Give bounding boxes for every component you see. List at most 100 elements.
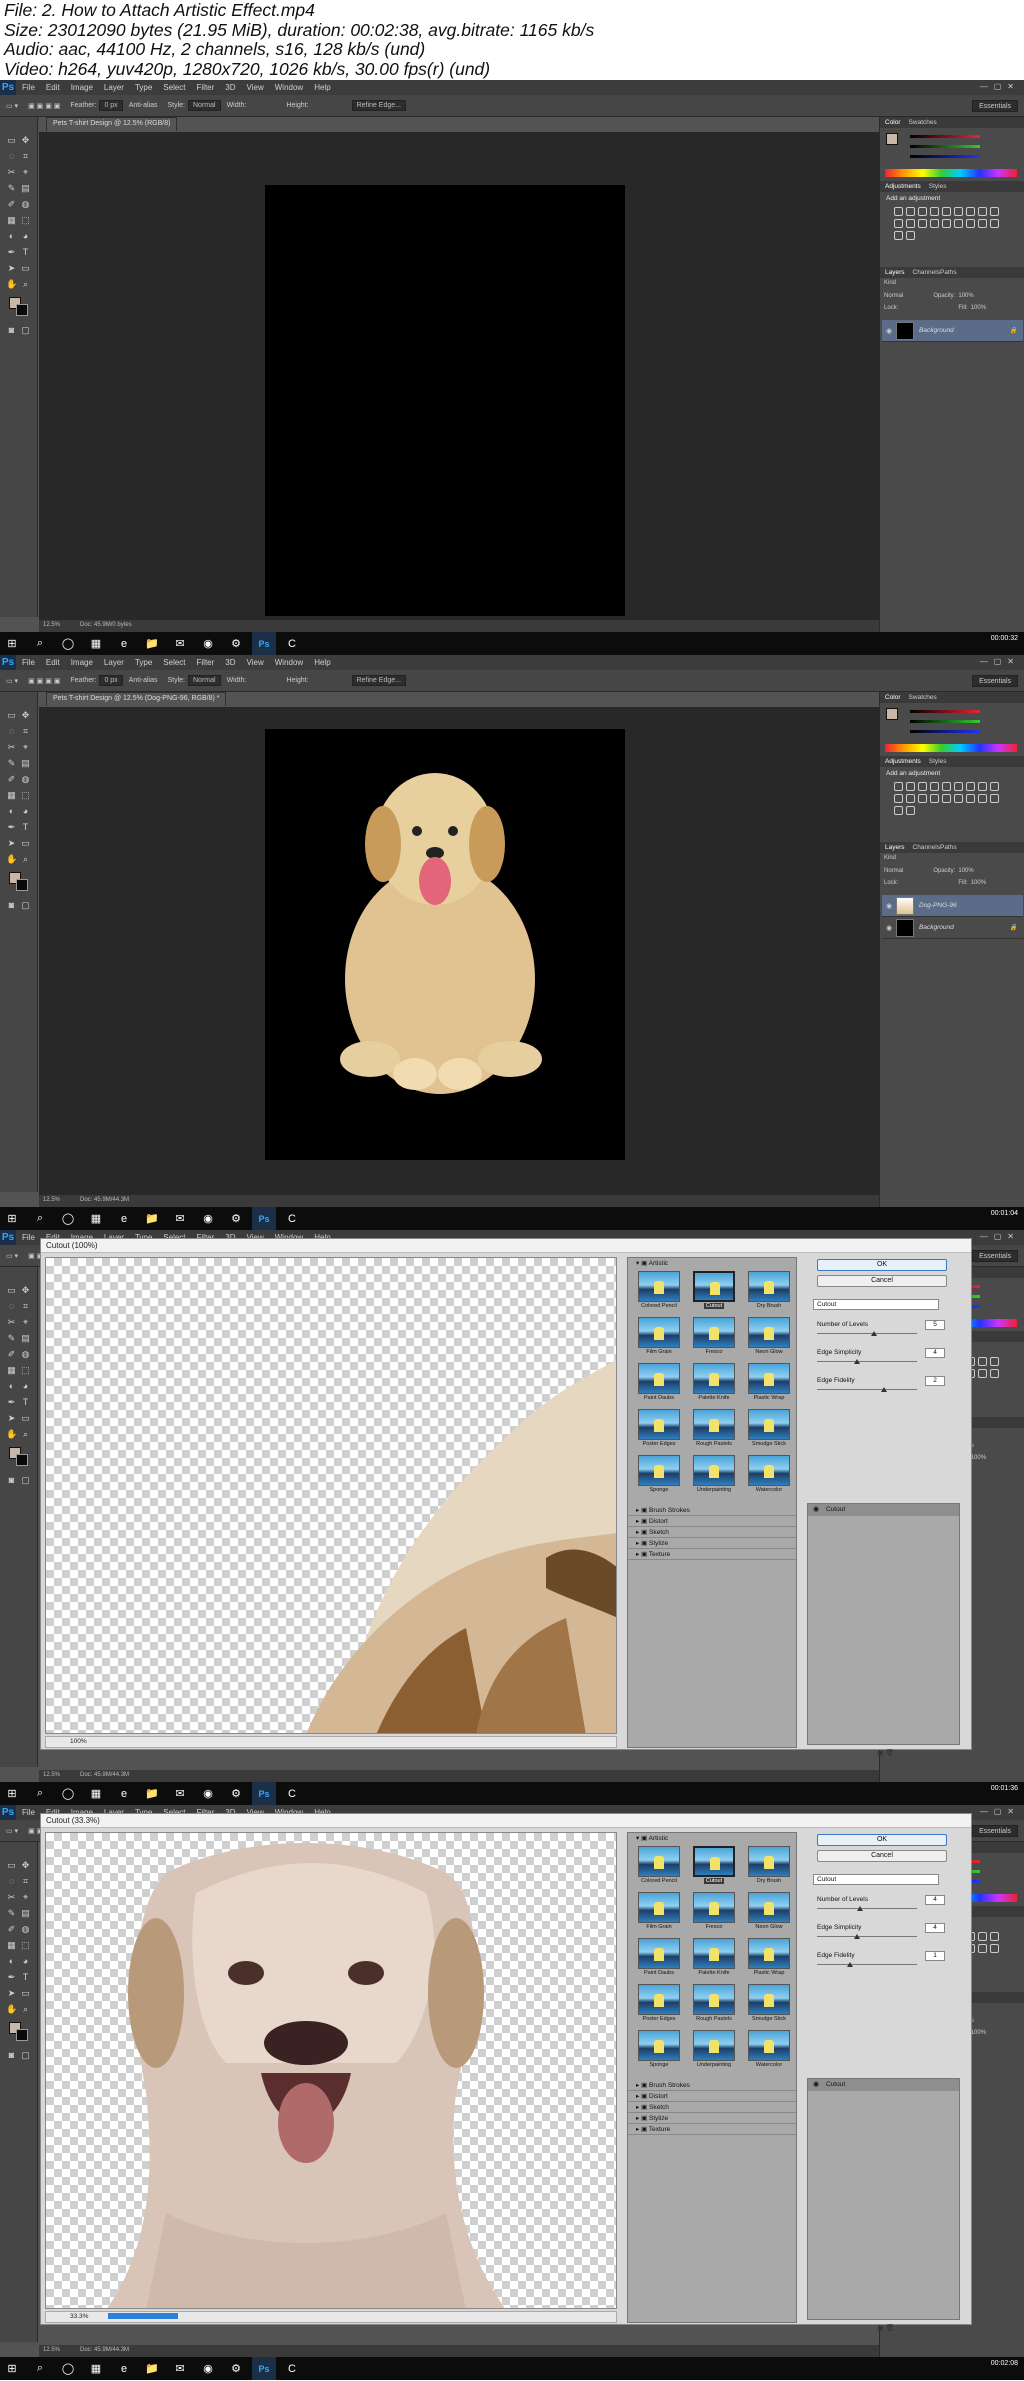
param-levels-track[interactable]	[817, 1333, 917, 1334]
adjustment-icon[interactable]	[966, 782, 975, 791]
category-brush-strokes[interactable]: ▸ ▣ Brush Strokes	[628, 2080, 796, 2091]
hand-tool-icon[interactable]: ✋	[6, 279, 17, 290]
crop-tool-icon[interactable]: ✂	[6, 742, 17, 753]
path-select-icon[interactable]: ➤	[6, 263, 17, 274]
move-tool-icon[interactable]: ✥	[20, 710, 31, 721]
preview-zoom-value[interactable]: 100%	[70, 1738, 87, 1745]
shape-tool-icon[interactable]: ▭	[20, 838, 31, 849]
filter-thumb-film-grain[interactable]: Film Grain	[634, 1317, 684, 1359]
cortana-icon[interactable]: ◯	[56, 1207, 80, 1230]
menu-item-3d[interactable]: 3D	[225, 658, 235, 667]
healing-brush-icon[interactable]: ✎	[6, 758, 17, 769]
color-slider-r[interactable]	[910, 135, 980, 138]
filter-thumb-underpainting[interactable]: Underpainting	[689, 1455, 739, 1497]
adjustment-icon[interactable]	[906, 219, 915, 228]
menu-item-file[interactable]: File	[22, 1808, 35, 1817]
selection-mode-icons[interactable]: ▣ ▣ ▣ ▣	[28, 677, 60, 685]
mail-icon[interactable]: ✉	[168, 2357, 192, 2380]
app-icon[interactable]: ⚙	[224, 1207, 248, 1230]
menu-item-window[interactable]: Window	[275, 658, 303, 667]
blur-icon[interactable]: ◐	[6, 806, 17, 817]
quick-mask-icon[interactable]: ◙	[6, 325, 17, 336]
path-select-icon[interactable]: ➤	[6, 1413, 17, 1424]
file-explorer-icon[interactable]: 📁	[140, 1782, 164, 1805]
eraser-icon[interactable]: ▦	[6, 790, 17, 801]
filter-thumb-poster-edges[interactable]: Poster Edges	[634, 1984, 684, 2026]
category-stylize[interactable]: ▸ ▣ Stylize	[628, 1538, 796, 1549]
dodge-icon[interactable]: ◕	[20, 806, 31, 817]
filter-thumb-plastic-wrap[interactable]: Plastic Wrap	[744, 1938, 794, 1980]
quick-mask-icon[interactable]: ◙	[6, 1475, 17, 1486]
adjustment-icon[interactable]	[906, 806, 915, 815]
task-view-icon[interactable]: ▦	[84, 1782, 108, 1805]
filter-thumb-fresco[interactable]: Fresco	[689, 1892, 739, 1934]
color-slider-b[interactable]	[910, 155, 980, 158]
pen-tool-icon[interactable]: ✒	[6, 1397, 17, 1408]
param-simplicity-knob[interactable]	[854, 1359, 860, 1364]
ok-button[interactable]: OK	[817, 1259, 947, 1271]
eraser-icon[interactable]: ▦	[6, 1365, 17, 1376]
start-icon[interactable]: ⊞	[0, 1782, 24, 1805]
adjustment-icon[interactable]	[990, 1369, 999, 1378]
adjustment-icon[interactable]	[966, 219, 975, 228]
adjustment-icon[interactable]	[930, 794, 939, 803]
adjustment-icon[interactable]	[894, 782, 903, 791]
shape-tool-icon[interactable]: ▭	[20, 1988, 31, 1999]
menu-item-window[interactable]: Window	[275, 83, 303, 92]
document-tab[interactable]: Pets T-shirt Design @ 12.5% (Dog-PNG-96,…	[46, 692, 227, 706]
styles-tab[interactable]: Styles	[929, 758, 947, 765]
background-color-swatch[interactable]	[16, 1454, 28, 1466]
filter-thumb-palette-knife[interactable]: Palette Knife	[689, 1363, 739, 1405]
filter-thumb-poster-edges[interactable]: Poster Edges	[634, 1409, 684, 1451]
adjustment-icon[interactable]	[942, 794, 951, 803]
background-color-swatch[interactable]	[16, 879, 28, 891]
crop-tool-icon[interactable]: ✂	[6, 1317, 17, 1328]
filter-thumb-film-grain[interactable]: Film Grain	[634, 1892, 684, 1934]
clone-stamp-icon[interactable]: ✐	[6, 774, 17, 785]
color-slider-b[interactable]	[910, 730, 980, 733]
param-fidelity-knob[interactable]	[881, 1387, 887, 1392]
fill-value[interactable]: 100%	[971, 1455, 986, 1461]
eyedropper-icon[interactable]: ⌖	[20, 1317, 31, 1328]
feather-input[interactable]: 0 px	[99, 100, 123, 111]
category-stylize[interactable]: ▸ ▣ Stylize	[628, 2113, 796, 2124]
history-brush-icon[interactable]: ◍	[20, 199, 31, 210]
zoom-tool-icon[interactable]: ⌕	[20, 2004, 31, 2015]
healing-brush-icon[interactable]: ✎	[6, 1333, 17, 1344]
type-tool-icon[interactable]: T	[20, 822, 31, 833]
color-panel-swatch[interactable]	[886, 133, 898, 145]
adjustment-icon[interactable]	[894, 806, 903, 815]
channels-tab[interactable]: Channels	[913, 844, 940, 851]
zoom-level[interactable]: 12.5%	[43, 622, 60, 628]
history-brush-icon[interactable]: ◍	[20, 774, 31, 785]
filter-thumb-sponge[interactable]: Sponge	[634, 2030, 684, 2072]
zoom-level[interactable]: 12.5%	[43, 1197, 60, 1203]
style-select[interactable]: Normal	[188, 100, 221, 111]
refine-edge-button[interactable]: Refine Edge...	[351, 675, 406, 686]
zoom-level[interactable]: 12.5%	[43, 2347, 60, 2353]
crop-tool-icon[interactable]: ✂	[6, 1892, 17, 1903]
filter-select[interactable]: Cutout	[813, 1299, 939, 1310]
quick-mask-icon[interactable]: ◙	[6, 2050, 17, 2061]
photoshop-taskbar-icon[interactable]: Ps	[252, 2357, 276, 2380]
path-select-icon[interactable]: ➤	[6, 1988, 17, 1999]
param-fidelity-track[interactable]	[817, 1964, 917, 1965]
menu-item-layer[interactable]: Layer	[104, 658, 124, 667]
eyedropper-icon[interactable]: ⌖	[20, 1892, 31, 1903]
color-tab[interactable]: Color	[885, 694, 901, 701]
menu-item-image[interactable]: Image	[71, 658, 93, 667]
marquee-options-icon[interactable]: ▭ ▾	[6, 102, 18, 110]
layers-tab[interactable]: Layers	[885, 269, 905, 276]
file-explorer-icon[interactable]: 📁	[140, 1207, 164, 1230]
menu-item-select[interactable]: Select	[163, 658, 185, 667]
adjustment-icon[interactable]	[978, 207, 987, 216]
adjustment-icon[interactable]	[954, 207, 963, 216]
window-controls[interactable]: —▢✕	[980, 82, 1020, 91]
search-icon[interactable]: ⌕	[28, 1782, 52, 1805]
swatches-tab[interactable]: Swatches	[909, 119, 937, 126]
camtasia-icon[interactable]: C	[280, 632, 304, 655]
layer-kind-select[interactable]: Kind	[884, 855, 896, 861]
pen-tool-icon[interactable]: ✒	[6, 1972, 17, 1983]
category-brush-strokes[interactable]: ▸ ▣ Brush Strokes	[628, 1505, 796, 1516]
filter-thumb-watercolor[interactable]: Watercolor	[744, 1455, 794, 1497]
